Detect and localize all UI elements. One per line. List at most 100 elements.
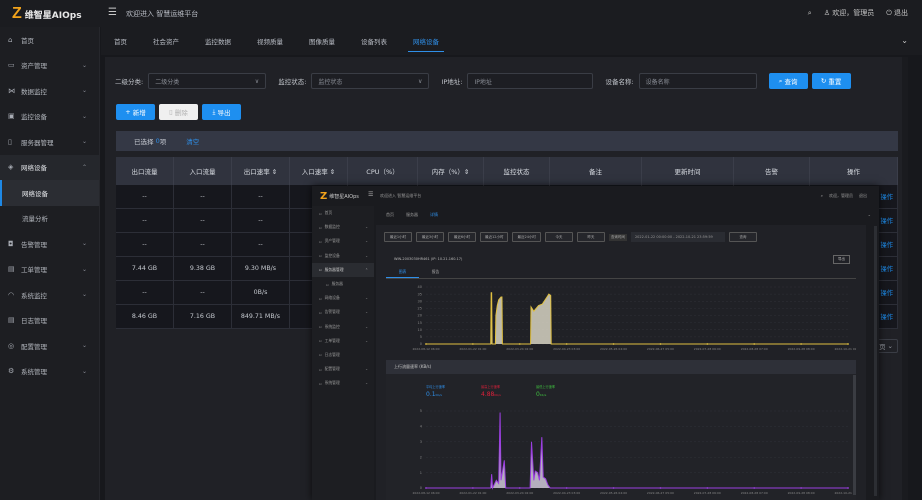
search-button[interactable]: ⌕ 查询 xyxy=(768,73,808,89)
category-select[interactable]: 二级分类 ∨ xyxy=(148,73,267,89)
column-header[interactable]: 内存（%）⇕ xyxy=(418,157,484,185)
table-header: 出口流量 入口流量 出口速率 ⇕ 入口速率 ⇕ CPU（%） 内存（%）⇕ 监控状态 备注 更新… xyxy=(116,157,898,185)
overlay-device-line: WIN-2003030HR461 (IP: 10.21.160.17) xyxy=(394,257,463,261)
menu-toggle-icon[interactable]: ☰ xyxy=(108,7,117,18)
y-tick-label: 10 xyxy=(418,328,422,332)
table-cell: 849.71 MB/s xyxy=(232,305,290,328)
status-select[interactable]: 监控状态 ∨ xyxy=(311,73,430,89)
sidebar-item-gauge[interactable]: ◠ 系统监控 ⌄ xyxy=(0,282,99,308)
menu-toggle-icon: ☰ xyxy=(368,191,374,198)
column-header[interactable]: 告警 xyxy=(734,157,810,185)
overlay-sidebar-item: ▫ 日志管理 xyxy=(319,351,340,358)
sidebar-item-device[interactable]: ▣ 监控设备 ⌄ xyxy=(0,104,99,130)
logo-icon: Z xyxy=(12,5,22,22)
sidebar-item-server[interactable]: ▯ 服务器管理 ⌄ xyxy=(0,129,99,155)
table-cell: -- xyxy=(116,281,174,304)
tab-3[interactable]: 视频质量 xyxy=(244,27,296,55)
sidebar-item-network[interactable]: ◈ 网络设备 ⌃ xyxy=(0,154,99,180)
chevron-down-icon[interactable]: ⌄ xyxy=(901,36,908,45)
y-tick-label: 1 xyxy=(420,471,422,475)
delete-button[interactable]: ▯ 删除 xyxy=(159,104,198,120)
traffic-chart: 0 1 2 3 4 5 2022-08-12 06:00 2022-01-22 01:00 20… xyxy=(412,409,856,495)
sidebar-item-label: 日志管理 xyxy=(21,317,47,326)
x-tick-label: 2022-01-22 01:00 xyxy=(459,347,486,351)
add-button[interactable]: + 新增 xyxy=(116,104,155,120)
sidebar-item-config[interactable]: ◎ 配置管理 ⌄ xyxy=(0,333,99,359)
clear-selection-link[interactable]: 清空 xyxy=(186,136,199,146)
column-header[interactable]: 监控状态 xyxy=(484,157,550,185)
sidebar-item-monitor[interactable]: ⋈ 数据监控 ⌄ xyxy=(0,78,99,104)
ticket-icon: ▤ xyxy=(8,265,15,274)
tab-2[interactable]: 监控数据 xyxy=(192,27,244,55)
app-logo[interactable]: Z 维智星AIOps xyxy=(12,5,82,23)
overlay-scrollbar xyxy=(853,375,856,495)
column-header[interactable]: 更新时间 xyxy=(642,157,734,185)
device-name-input[interactable]: 设备名称 xyxy=(638,73,757,89)
overlay-sidebar-item: ▫ 系统管理 ⌄ xyxy=(319,380,368,386)
sidebar-item-home[interactable]: ⌂ 首页 xyxy=(0,27,99,53)
gauge-icon: ◠ xyxy=(8,290,15,299)
category-label: 二级分类: xyxy=(115,78,144,86)
logout-button[interactable]: ⏻ 退出 xyxy=(886,8,908,18)
x-tick-label: 2022-06-27 05:00 xyxy=(647,347,674,351)
menu-icon: ▫ xyxy=(319,338,322,344)
sidebar-subitem[interactable]: 网络设备 xyxy=(0,180,99,206)
menu-icon: ▫ xyxy=(319,295,322,301)
user-menu[interactable]: ♙ 欢迎，管理员 xyxy=(824,8,875,18)
overlay-export-button: 导出 xyxy=(833,255,850,264)
sidebar: ⌂ 首页 ▭ 资产管理 ⌄ ⋈ 数据监控 ⌄ ▣ 监控设备 ⌄ ▯ 服务器管理 ⌄ ◈ 网络设备 ⌃ 网络设备 流量… xyxy=(0,27,100,500)
tab-1[interactable]: 社会资产 xyxy=(140,27,192,55)
sidebar-subitem[interactable]: 流量分析 xyxy=(0,206,99,232)
stat-unit: Kb/s xyxy=(539,393,547,397)
column-header[interactable]: 备注 xyxy=(550,157,642,185)
x-tick-label: 2022-08-12 06:00 xyxy=(412,347,439,351)
table-cell: -- xyxy=(116,233,174,256)
column-header[interactable]: 操作 xyxy=(810,157,898,185)
table-cell: 0B/s xyxy=(232,281,290,304)
overlay-tab: 首页 xyxy=(386,211,394,217)
x-tick-label: 2022-04-23 03:00 xyxy=(553,491,580,495)
reset-button[interactable]: ↻ 重置 xyxy=(811,73,851,89)
chevron-down-icon: ⌄ xyxy=(81,291,87,299)
chevron-down-icon: ⌄ xyxy=(81,61,87,69)
x-tick-label: 2022-07-28 06:00 xyxy=(694,491,721,495)
table-cell: 9.30 MB/s xyxy=(232,257,290,280)
y-tick-label: 0 xyxy=(420,486,422,490)
sidebar-item-log[interactable]: ▤ 日志管理 xyxy=(0,308,99,334)
column-header[interactable]: 入口流量 xyxy=(174,157,232,185)
range-button: 最近6小时 xyxy=(448,232,476,242)
scrollbar[interactable] xyxy=(902,57,908,500)
column-header[interactable]: 入口速率 ⇕ xyxy=(290,157,348,185)
table-cell: 7.16 GB xyxy=(174,305,232,328)
x-tick-label: 2022-04-23 03:00 xyxy=(553,347,580,351)
tab-5[interactable]: 设备列表 xyxy=(348,27,400,55)
date-range-input: 2022-01-22 00:00:00 - 2022-10-21 23:59:5… xyxy=(630,232,725,242)
column-header[interactable]: CPU（%） xyxy=(348,157,418,185)
tab-4[interactable]: 图像质量 xyxy=(296,27,348,55)
sidebar-item-label: 首页 xyxy=(21,36,34,45)
sidebar-item-alarm[interactable]: ◘ 告警管理 ⌄ xyxy=(0,231,99,257)
chevron-up-icon: ⌃ xyxy=(81,163,87,171)
search-icon[interactable]: ⌕ xyxy=(808,9,812,18)
app-name: 维智星AIOps xyxy=(24,10,82,21)
chevron-icon: ⌄ xyxy=(365,225,368,230)
table-cell: -- xyxy=(232,209,290,232)
sidebar-item-ticket[interactable]: ▤ 工单管理 ⌄ xyxy=(0,257,99,283)
overlay-screenshot: Z 维智星AIOps ☰ 欢迎进入 智慧运维平台 ⌕ 欢迎，管理员 退出 ▫ 首页… xyxy=(312,186,879,500)
chevron-icon: ⌄ xyxy=(365,239,368,244)
stat-label: 最低上行速率 xyxy=(536,385,556,389)
export-button[interactable]: ⤓ 导出 xyxy=(202,104,241,120)
column-header[interactable]: 出口速率 ⇕ xyxy=(232,157,290,185)
chevron-icon: ⌃ xyxy=(365,267,368,272)
table-cell: -- xyxy=(232,233,290,256)
sidebar-item-folder[interactable]: ▭ 资产管理 ⌄ xyxy=(0,53,99,79)
sidebar-item-settings[interactable]: ⚙ 系统管理 ⌄ xyxy=(0,359,99,385)
area-fill xyxy=(426,412,848,488)
column-header[interactable]: 出口流量 xyxy=(116,157,174,185)
sidebar-item-label: 数据监控 xyxy=(21,87,47,96)
x-tick-label: 2022-09-28 08:00 xyxy=(788,347,815,351)
logo-icon: Z xyxy=(320,191,328,202)
tab-6[interactable]: 网络设备 xyxy=(400,27,452,55)
ip-input[interactable]: IP地址 xyxy=(467,73,594,89)
tab-0[interactable]: 首页 xyxy=(101,27,140,55)
